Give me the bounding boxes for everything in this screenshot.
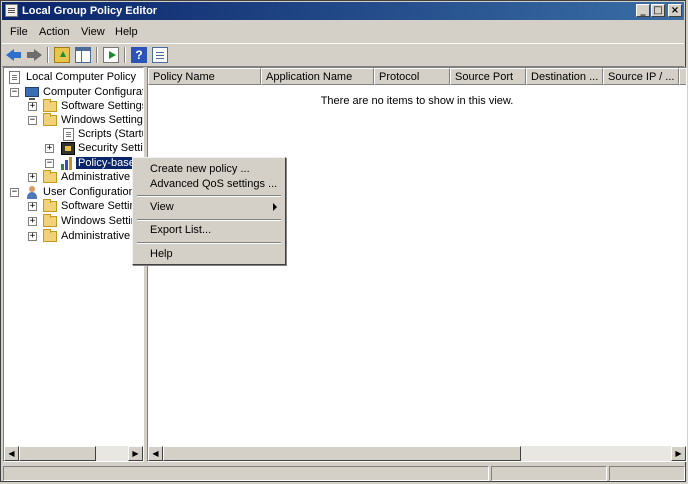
- column-header-policy-name[interactable]: Policy Name: [148, 68, 261, 85]
- status-segment-main: [3, 466, 489, 481]
- menu-item-advanced-qos-settings[interactable]: Advanced QoS settings ...: [135, 176, 283, 192]
- column-header-source-port[interactable]: Source Port: [450, 68, 526, 85]
- up-folder-icon[interactable]: [54, 47, 70, 63]
- menu-separator: [137, 195, 281, 197]
- submenu-arrow-icon: [273, 203, 277, 211]
- collapse-toggle[interactable]: −: [10, 88, 19, 97]
- column-header-application-name[interactable]: Application Name: [261, 68, 374, 85]
- tree-item-cc-software-settings[interactable]: + Software Settings: [8, 99, 143, 114]
- help-icon[interactable]: ?: [131, 47, 147, 63]
- tree-item-uc-software-settings[interactable]: + Software Setting: [8, 199, 143, 214]
- close-button[interactable]: ×: [668, 4, 682, 17]
- group-policy-app-icon: [5, 4, 18, 17]
- scroll-left-button[interactable]: ◀: [148, 446, 163, 461]
- tree-item-cc-administrative-templates[interactable]: + Administrative Te: [8, 170, 143, 185]
- collapse-toggle[interactable]: −: [10, 188, 19, 197]
- forward-arrow-icon[interactable]: [26, 47, 42, 63]
- tree-item-computer-configuration[interactable]: − Computer Configuratio: [8, 85, 143, 100]
- expand-toggle[interactable]: +: [28, 102, 37, 111]
- policy-document-icon: [9, 71, 20, 84]
- tree-horizontal-scrollbar[interactable]: ◀ ▶: [4, 446, 143, 461]
- menu-item-export-list[interactable]: Export List...: [135, 222, 283, 238]
- menu-separator: [137, 242, 281, 244]
- tree-item-uc-windows-settings[interactable]: + Windows Setting: [8, 214, 143, 229]
- expand-toggle[interactable]: +: [28, 202, 37, 211]
- tree-item-local-computer-policy[interactable]: Local Computer Policy: [8, 70, 143, 85]
- toolbar-separator: [124, 47, 126, 63]
- title-bar[interactable]: Local Group Policy Editor _ □ ×: [2, 2, 684, 20]
- menu-file[interactable]: File: [10, 26, 28, 38]
- maximize-button[interactable]: □: [651, 4, 665, 17]
- properties-icon[interactable]: [152, 47, 168, 63]
- folder-icon: [43, 199, 57, 212]
- column-header-filler: [679, 68, 686, 85]
- computer-icon: [25, 87, 39, 100]
- scroll-right-button[interactable]: ▶: [671, 446, 686, 461]
- toolbar: ?: [2, 43, 684, 67]
- status-bar: [2, 464, 685, 482]
- empty-list-message: There are no items to show in this view.: [320, 95, 514, 107]
- folder-icon: [43, 99, 57, 112]
- main-window: Local Group Policy Editor _ □ × File Act…: [0, 0, 687, 482]
- menu-separator: [137, 219, 281, 221]
- qos-chart-icon: [61, 157, 75, 170]
- menu-item-create-new-policy[interactable]: Create new policy ...: [135, 161, 283, 177]
- toolbar-separator: [47, 47, 49, 63]
- status-segment-3: [609, 466, 685, 481]
- script-document-icon: [63, 128, 74, 141]
- scroll-thumb[interactable]: [163, 446, 521, 461]
- menu-help[interactable]: Help: [115, 26, 138, 38]
- folder-icon: [43, 229, 57, 242]
- tree-item-user-configuration[interactable]: − User Configuration: [8, 185, 143, 200]
- back-arrow-icon[interactable]: [6, 47, 22, 63]
- scroll-thumb[interactable]: [19, 446, 96, 461]
- collapse-toggle[interactable]: −: [45, 159, 54, 168]
- window-title: Local Group Policy Editor: [22, 5, 158, 17]
- collapse-toggle[interactable]: −: [28, 116, 37, 125]
- expand-toggle[interactable]: +: [45, 144, 54, 153]
- scroll-left-button[interactable]: ◀: [4, 446, 19, 461]
- expand-toggle[interactable]: +: [28, 173, 37, 182]
- user-icon: [25, 186, 39, 199]
- list-horizontal-scrollbar[interactable]: ◀ ▶: [148, 446, 686, 461]
- console-tree[interactable]: Local Computer Policy − Computer Configu…: [3, 67, 144, 462]
- context-menu: Create new policy ... Advanced QoS setti…: [132, 157, 286, 265]
- column-header-destination[interactable]: Destination ...: [526, 68, 603, 85]
- tree-item-scripts[interactable]: Scripts (Startuj: [8, 127, 143, 142]
- tree-item-policy-based-qos[interactable]: − Policy-based: [8, 156, 143, 171]
- tree-item-cc-windows-settings[interactable]: − Windows Settings: [8, 113, 143, 128]
- folder-icon: [43, 170, 57, 183]
- minimize-button[interactable]: _: [636, 4, 650, 17]
- menu-bar: File Action View Help: [2, 22, 684, 42]
- toolbar-separator: [96, 47, 98, 63]
- export-list-icon[interactable]: [103, 47, 119, 63]
- status-segment-2: [491, 466, 607, 481]
- column-header-protocol[interactable]: Protocol: [374, 68, 450, 85]
- expand-toggle[interactable]: +: [28, 232, 37, 241]
- menu-item-help[interactable]: Help: [135, 246, 283, 262]
- tree-item-security-settings[interactable]: + Security Settin: [8, 141, 143, 156]
- column-header-source-ip[interactable]: Source IP / ...: [603, 68, 679, 85]
- scroll-right-button[interactable]: ▶: [128, 446, 143, 461]
- folder-icon: [43, 214, 57, 227]
- show-hide-tree-icon[interactable]: [75, 47, 91, 63]
- tree-item-uc-administrative-templates[interactable]: + Administrative Te: [8, 229, 143, 244]
- folder-icon: [43, 113, 57, 126]
- menu-action[interactable]: Action: [39, 26, 70, 38]
- expand-toggle[interactable]: +: [28, 217, 37, 226]
- security-settings-icon: [61, 142, 75, 155]
- menu-item-view[interactable]: View: [135, 199, 283, 215]
- menu-view[interactable]: View: [81, 26, 105, 38]
